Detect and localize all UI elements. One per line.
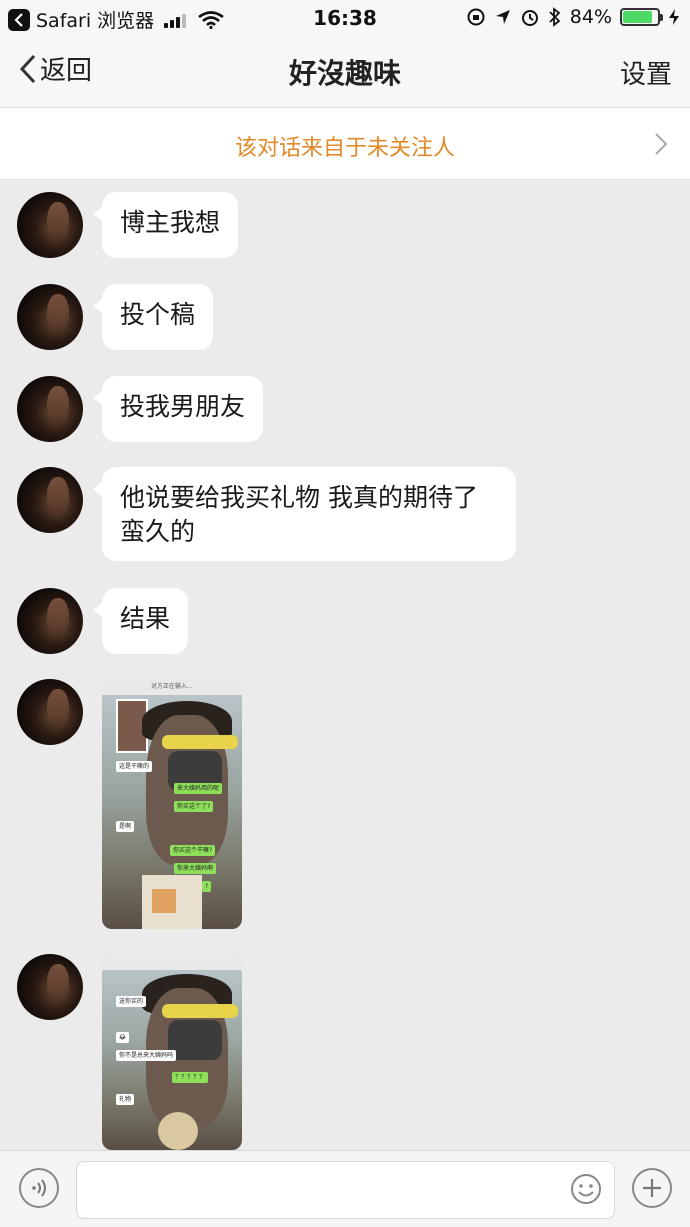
plus-icon [643,1179,661,1197]
sender-avatar[interactable] [17,192,83,258]
location-icon [495,10,510,24]
screenshot-bubble: 是啊 [116,821,135,832]
sender-avatar[interactable] [17,588,83,654]
screenshot-bubble: ？？？？？ [172,1072,209,1083]
voice-button[interactable] [19,1168,59,1208]
screenshot-bubble: 😂 [116,1032,130,1043]
emoji-icon[interactable] [570,1173,602,1205]
page-title: 好沒趣味 [288,57,401,90]
message-bubble[interactable]: 博主我想 [92,192,239,258]
message-bubble[interactable]: 结果 [92,588,189,654]
message-input[interactable] [76,1161,615,1219]
chevron-right-icon [655,133,668,155]
message-bubble[interactable]: 投我男朋友 [92,376,264,442]
battery-percent: 84% [569,6,612,28]
navigation-bar: 返回 好沒趣味 设置 [0,36,690,108]
image-message[interactable]: 送你买的 😂 你不是总来大姨妈吗 ？？？？？ 礼物 [102,954,242,1150]
sender-avatar[interactable] [17,284,83,350]
battery-level [623,11,652,23]
input-bar [0,1150,690,1227]
screenshot-bubble: 你来大姨妈啊 [174,863,217,874]
screenshot-body: 送你买的 😂 你不是总来大姨妈吗 ？？？？？ 礼物 [102,970,242,1150]
screenshot-bubble: 礼物 [116,1094,135,1105]
sender-avatar[interactable] [17,467,83,533]
screenshot-body: 这是干嘛的 来大姨妈用的呢 你买这个了? 是啊 你买这个干嘛? 你来大姨妈啊 ? [102,695,242,929]
sender-avatar[interactable] [17,954,83,1020]
sender-avatar[interactable] [17,679,83,745]
screenshot-bubble: 这是干嘛的 [116,761,153,772]
charging-icon [669,9,679,25]
battery-icon [620,8,663,26]
settings-button[interactable]: 设置 [620,54,672,91]
stranger-notice-banner[interactable]: 该对话来自于未关注人 [0,108,690,180]
alarm-icon [521,10,538,26]
screenshot-bubble: 你不是总来大姨妈吗 [116,1050,177,1061]
screenshot-bubble: 你买这个干嘛? [170,845,216,856]
sticker-image [158,1112,198,1150]
orientation-lock-icon [467,8,485,26]
voice-icon [32,1179,46,1197]
screenshot-header: 对方正在输入… [102,679,242,695]
pixelated-censor [152,889,176,913]
screenshot-bubble: ? [202,881,212,892]
message-bubble[interactable]: 投个稿 [92,284,214,350]
more-button[interactable] [632,1168,672,1208]
message-bubble[interactable]: 他说要给我买礼物 我真的期待了蛮久的 [93,467,516,561]
notice-text: 该对话来自于未关注人 [234,136,455,161]
sender-avatar[interactable] [17,376,83,442]
photo-mask [168,1020,222,1060]
image-message[interactable]: 对方正在输入… 这是干嘛的 来大姨妈用的呢 你买这个了? 是啊 你买这个干嘛? … [102,679,242,929]
status-right: 84% [466,6,680,28]
photo-sunglasses [162,1004,238,1018]
screenshot-bubble: 来大姨妈用的呢 [174,783,223,794]
screenshot-bubble: 送你买的 [116,996,147,1007]
status-bar: Safari 浏览器 16:38 84% [0,0,690,36]
bluetooth-icon [549,7,561,27]
screenshot-header [102,954,242,970]
screenshot-bubble: 你买这个了? [174,801,214,812]
photo-sunglasses [162,735,238,749]
